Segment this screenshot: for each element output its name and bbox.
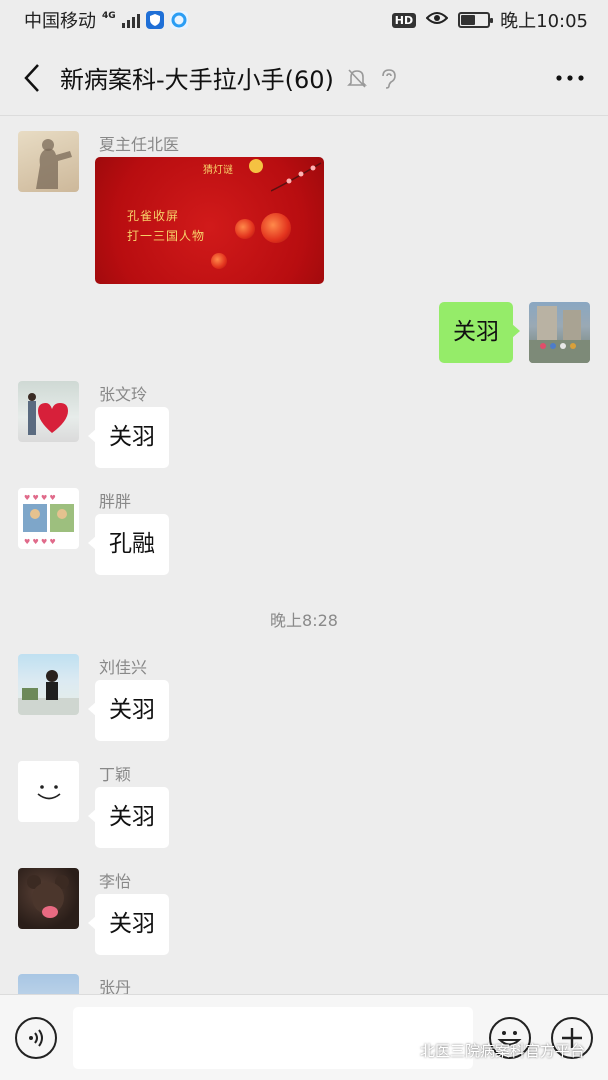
more-icon [556, 74, 584, 81]
header-status-icons [346, 67, 398, 89]
hd-badge: HD [391, 12, 417, 28]
voice-icon [29, 1029, 43, 1047]
back-arrow-icon [24, 63, 39, 92]
earpiece-icon [382, 68, 396, 89]
svg-text:♥ ♥ ♥ ♥: ♥ ♥ ♥ ♥ [24, 494, 56, 502]
lantern-decoration [211, 253, 227, 269]
message-item: 张文玲 关羽 [0, 367, 608, 477]
chat-title: 新病案科-大手拉小手(60) [60, 66, 334, 94]
message-item: 张丹 [0, 960, 608, 994]
avatar[interactable] [18, 761, 79, 822]
mute-bell-icon [347, 68, 367, 88]
message-bubble[interactable]: 关羽 [88, 407, 169, 468]
battery-level [461, 15, 476, 25]
message-bubble[interactable]: 孔融 [88, 514, 169, 575]
message-item: 关羽 [0, 302, 608, 363]
chat-header: 新病案科-大手拉小手(60) [0, 40, 608, 116]
back-button[interactable] [16, 58, 48, 98]
message-item: 夏主任北医 猜灯谜 孔雀收屏 打一三国人物 [0, 117, 608, 287]
sender-name: 夏主任北医 [99, 135, 180, 154]
avatar[interactable] [18, 381, 79, 442]
lantern-decoration [235, 219, 255, 239]
message-bubble[interactable]: 关羽 [439, 302, 520, 363]
avatar[interactable] [529, 302, 590, 363]
riddle-image-message[interactable]: 猜灯谜 孔雀收屏 打一三国人物 [95, 157, 324, 284]
browser-app-icon [169, 11, 188, 29]
shield-app-icon [145, 11, 164, 29]
avatar[interactable] [18, 654, 79, 715]
message-item: 李怡 关羽 [0, 854, 608, 964]
sender-name: 张丹 [99, 978, 132, 994]
signal-icon [121, 12, 140, 28]
riddle-line-2: 打一三国人物 [127, 229, 206, 243]
sun-decoration [249, 159, 263, 173]
carrier-label: 中国移动 [24, 11, 96, 32]
voice-button[interactable] [15, 1017, 57, 1059]
svg-text:♥ ♥ ♥ ♥: ♥ ♥ ♥ ♥ [24, 538, 56, 546]
sender-name: 刘佳兴 [99, 658, 148, 677]
message-item: ♥ ♥ ♥ ♥ ♥ ♥ ♥ ♥ 胖胖 孔融 [0, 474, 608, 584]
riddle-tag: 猜灯谜 [203, 165, 233, 176]
sender-name: 张文玲 [99, 385, 148, 404]
eye-icon [425, 10, 449, 31]
message-item: 刘佳兴 关羽 [0, 640, 608, 750]
input-bar [0, 994, 608, 1080]
network-type-label: 4G [102, 11, 116, 21]
clock-label: 晚上10:05 [500, 11, 588, 32]
more-button[interactable] [548, 58, 592, 98]
lantern-decoration [261, 213, 291, 243]
battery-icon [458, 12, 494, 28]
message-bubble[interactable]: 关羽 [88, 894, 169, 955]
avatar[interactable] [18, 868, 79, 929]
sender-name: 胖胖 [99, 492, 132, 511]
sender-name: 丁颖 [99, 765, 132, 784]
message-list[interactable]: 夏主任北医 猜灯谜 孔雀收屏 打一三国人物 关羽 张文玲 关羽 ♥ ♥ ♥ ♥ ♥… [0, 117, 608, 994]
status-bar: 中国移动 4G HD 晚上10:05 [0, 0, 608, 40]
avatar[interactable] [18, 974, 79, 994]
message-item: 丁颖 关羽 [0, 747, 608, 857]
plum-branch-decoration [271, 162, 322, 192]
wechat-icon [392, 1042, 413, 1059]
message-bubble[interactable]: 关羽 [88, 680, 169, 741]
status-right: HD 晚上10:05 [391, 7, 588, 33]
riddle-line-1: 孔雀收屏 [127, 209, 180, 223]
sender-name: 李怡 [99, 872, 132, 891]
avatar[interactable] [18, 131, 79, 192]
watermark-text: 北医三院病案科官方平台 [420, 1042, 586, 1060]
avatar[interactable]: ♥ ♥ ♥ ♥ ♥ ♥ ♥ ♥ [18, 488, 79, 549]
message-bubble[interactable]: 关羽 [88, 787, 169, 848]
time-divider: 晚上8:28 [270, 611, 338, 630]
status-left: 中国移动 4G [24, 7, 188, 33]
watermark: 北医三院病案科官方平台 [392, 1040, 585, 1061]
